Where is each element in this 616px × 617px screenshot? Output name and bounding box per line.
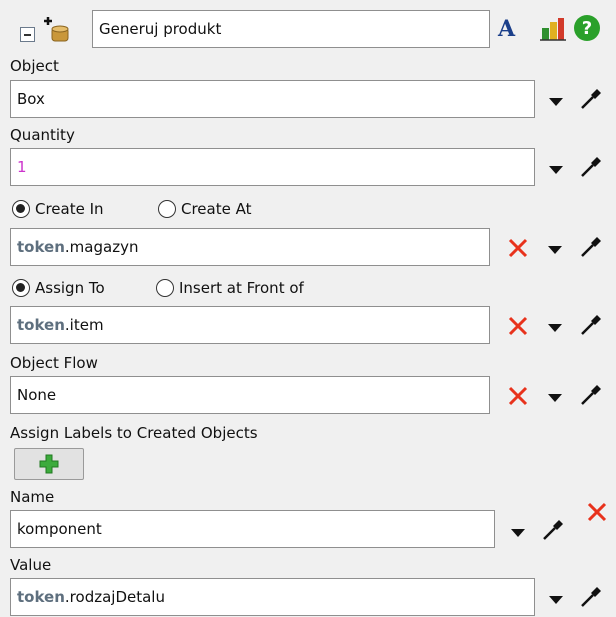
quantity-dropdown-icon[interactable]: [548, 164, 564, 176]
quantity-input[interactable]: 1: [10, 148, 535, 186]
insert-front-label: Insert at Front of: [179, 279, 304, 297]
value-input[interactable]: token .rodzajDetalu: [10, 578, 535, 616]
value-suffix: .rodzajDetalu: [64, 588, 165, 606]
value-label: Value: [10, 556, 52, 574]
create-in-radio-circle: [12, 200, 30, 218]
quantity-value: 1: [17, 158, 27, 176]
assign-clear-icon[interactable]: [506, 314, 530, 338]
flow-clear-icon[interactable]: [506, 384, 530, 408]
collapse-button[interactable]: [20, 27, 35, 42]
create-token: token: [17, 238, 65, 256]
insert-front-radio[interactable]: Insert at Front of: [156, 279, 304, 297]
label-remove-icon[interactable]: [585, 500, 609, 524]
object-label: Object: [10, 57, 59, 75]
create-suffix: .magazyn: [64, 238, 139, 256]
value-dropdown-icon[interactable]: [548, 594, 564, 606]
object-picker-icon[interactable]: [578, 86, 604, 112]
create-in-radio[interactable]: Create In: [12, 200, 104, 218]
assign-to-radio[interactable]: Assign To: [12, 279, 105, 297]
object-input[interactable]: Box: [10, 80, 535, 118]
quantity-picker-icon[interactable]: [578, 154, 604, 180]
assign-picker-icon[interactable]: [578, 312, 604, 338]
assign-suffix: .item: [64, 316, 104, 334]
flow-dropdown-icon[interactable]: [547, 392, 563, 404]
help-icon[interactable]: ?: [574, 15, 600, 41]
name-dropdown-icon[interactable]: [510, 527, 526, 539]
minus-icon: [24, 34, 31, 36]
insert-front-radio-circle: [156, 279, 174, 297]
object-dropdown-icon[interactable]: [548, 96, 564, 108]
color-chart-icon[interactable]: [538, 14, 568, 44]
assign-labels-title: Assign Labels to Created Objects: [10, 424, 258, 442]
assign-input[interactable]: token .item: [10, 306, 490, 344]
assign-token: token: [17, 316, 65, 334]
assign-to-radio-circle: [12, 279, 30, 297]
value-token: token: [17, 588, 65, 606]
plus-icon: [39, 454, 59, 474]
trigger-name-input[interactable]: Generuj produkt: [92, 10, 490, 48]
create-at-radio[interactable]: Create At: [158, 200, 252, 218]
create-at-label: Create At: [181, 200, 252, 218]
assign-to-label: Assign To: [35, 279, 105, 297]
add-label-button[interactable]: [14, 448, 84, 480]
name-picker-icon[interactable]: [540, 517, 566, 543]
add-object-icon: [40, 14, 72, 46]
object-flow-label: Object Flow: [10, 354, 98, 372]
create-clear-icon[interactable]: [506, 236, 530, 260]
create-dropdown-icon[interactable]: [547, 244, 563, 256]
name-value: komponent: [17, 520, 102, 538]
object-flow-value: None: [17, 386, 57, 404]
assign-dropdown-icon[interactable]: [547, 322, 563, 334]
value-picker-icon[interactable]: [578, 584, 604, 610]
name-input[interactable]: komponent: [10, 510, 495, 548]
flow-picker-icon[interactable]: [578, 382, 604, 408]
trigger-name-text: Generuj produkt: [99, 20, 222, 38]
create-picker-icon[interactable]: [578, 234, 604, 260]
font-icon[interactable]: A: [498, 16, 515, 42]
create-location-input[interactable]: token .magazyn: [10, 228, 490, 266]
quantity-label: Quantity: [10, 126, 75, 144]
object-flow-input[interactable]: None: [10, 376, 490, 414]
name-label: Name: [10, 488, 55, 506]
create-at-radio-circle: [158, 200, 176, 218]
create-in-label: Create In: [35, 200, 104, 218]
object-value: Box: [17, 90, 45, 108]
